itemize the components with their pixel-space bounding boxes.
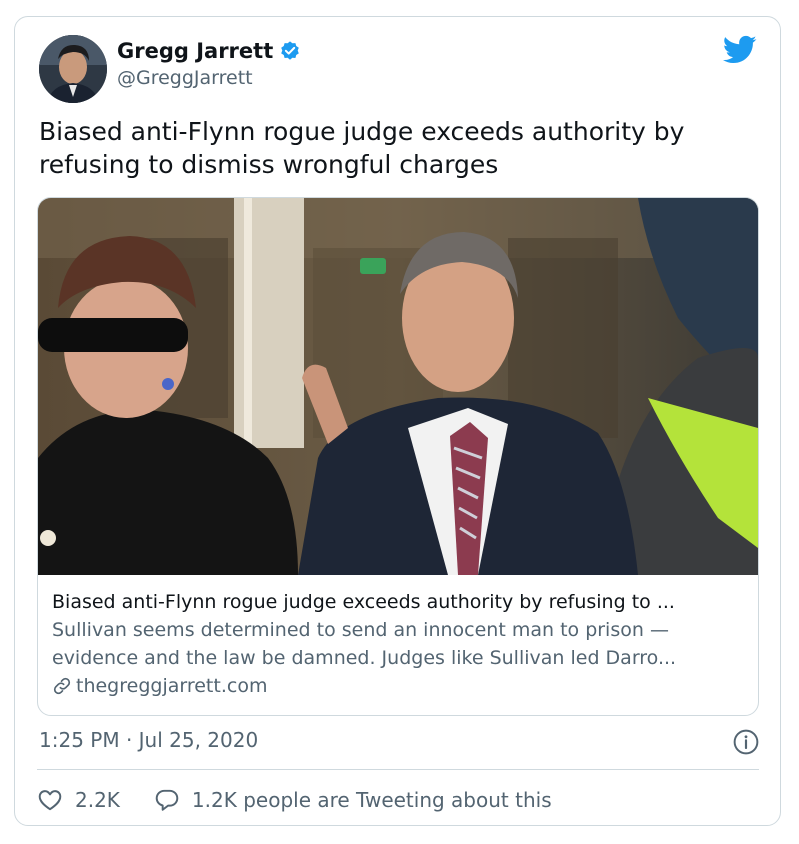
tweet-text: Biased anti-Flynn rogue judge exceeds au… — [39, 117, 685, 179]
tweet-actions: 2.2K 1.2K people are Tweeting about this — [37, 783, 552, 817]
link-domain-text[interactable]: thegreggjarrett.com — [76, 672, 267, 700]
reply-button[interactable]: 1.2K people are Tweeting about this — [154, 787, 552, 813]
link-title[interactable]: Biased anti-Flynn rogue judge exceeds au… — [52, 588, 746, 616]
tweet-timestamp[interactable]: 1:25 PM · Jul 25, 2020 — [39, 728, 258, 752]
author-name[interactable]: Gregg Jarrett — [117, 39, 301, 63]
tweeting-about-text[interactable]: 1.2K people are Tweeting about this — [192, 788, 552, 812]
link-description-line-2: evidence and the law be damned. Judges l… — [52, 647, 677, 669]
link-domain[interactable]: thegreggjarrett.com — [52, 672, 746, 700]
article-photo[interactable] — [38, 198, 758, 575]
like-count[interactable]: 2.2K — [75, 788, 120, 812]
author-handle[interactable]: @GreggJarrett — [117, 67, 253, 89]
verified-badge-icon — [279, 40, 301, 62]
author-name-text[interactable]: Gregg Jarrett — [117, 39, 273, 63]
link-preview-card[interactable]: Biased anti-Flynn rogue judge exceeds au… — [37, 197, 759, 716]
link-info[interactable]: Biased anti-Flynn rogue judge exceeds au… — [52, 588, 746, 700]
info-icon[interactable] — [733, 729, 759, 755]
heart-icon — [38, 790, 62, 811]
link-chain-icon — [52, 676, 72, 696]
avatar[interactable] — [39, 35, 107, 103]
speech-bubble-icon — [155, 789, 179, 811]
link-description-line-1: Sullivan seems determined to send an inn… — [52, 619, 669, 641]
tweet-card[interactable]: Gregg Jarrett @GreggJarrett Biased anti-… — [14, 16, 781, 826]
divider — [37, 769, 759, 770]
like-button[interactable]: 2.2K — [37, 787, 120, 813]
twitter-bird-icon[interactable] — [723, 35, 757, 65]
